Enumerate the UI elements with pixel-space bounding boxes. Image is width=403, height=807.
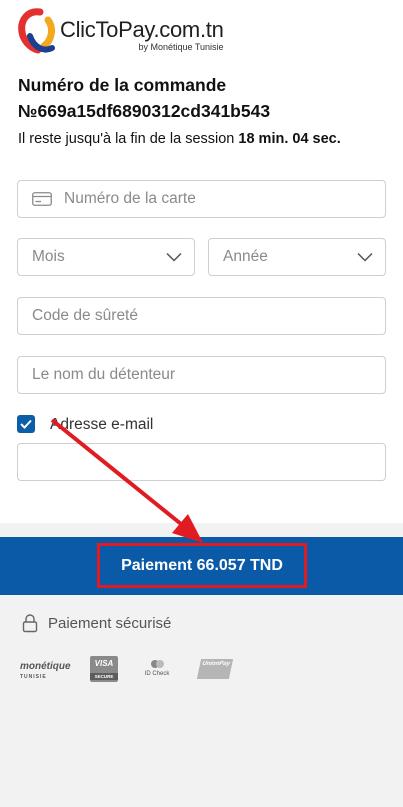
monetique-logo: monétique TUNISIE (20, 661, 71, 681)
card-number-placeholder: Numéro de la carte (64, 190, 196, 207)
secure-payment: Paiement sécurisé (22, 613, 171, 633)
session-prefix: Il reste jusqu'à la fin de la session (18, 131, 239, 147)
year-placeholder: Année (223, 248, 268, 265)
email-checkbox[interactable] (17, 415, 35, 433)
card-number-input[interactable]: Numéro de la carte (17, 180, 386, 218)
clictopay-logo-mark-icon (18, 8, 55, 54)
credit-card-icon (32, 192, 52, 206)
email-input[interactable] (17, 443, 386, 481)
clictopay-logo: ClicToPay.com.tn by Monétique Tunisie (18, 8, 224, 54)
email-checkbox-label[interactable]: Adresse e-mail (50, 416, 153, 434)
checkmark-icon (20, 419, 32, 429)
security-code-placeholder: Code de sûreté (32, 307, 138, 324)
payment-logos: monétique TUNISIE VISA SECURE ID Check Uni… (20, 656, 240, 686)
chevron-down-icon (357, 252, 373, 262)
month-placeholder: Mois (32, 248, 65, 265)
mastercard-id-check-logo: ID Check (142, 656, 172, 682)
brand-subtitle: by Monétique Tunisie (138, 42, 224, 52)
cardholder-name-placeholder: Le nom du détenteur (32, 366, 176, 383)
security-code-input[interactable]: Code de sûreté (17, 297, 386, 335)
session-timer: Il reste jusqu'à la fin de la session 18… (18, 131, 341, 147)
visa-secure-logo: VISA SECURE (90, 656, 118, 682)
year-select[interactable]: Année (208, 238, 386, 276)
unionpay-logo: UnionPay (196, 659, 234, 679)
chevron-down-icon (166, 252, 182, 262)
cardholder-name-input[interactable]: Le nom du détenteur (17, 356, 386, 394)
lock-icon (22, 614, 38, 633)
header: ClicToPay.com.tn by Monétique Tunisie (0, 0, 403, 64)
pay-button[interactable]: Paiement 66.057 TND (97, 543, 307, 588)
month-select[interactable]: Mois (17, 238, 195, 276)
session-time: 18 min. 04 sec. (238, 131, 341, 147)
order-number-title: Numéro de la commande №669a15df6890312cd… (18, 75, 271, 121)
secure-payment-label: Paiement sécurisé (48, 614, 172, 632)
brand-name: ClicToPay.com.tn (60, 17, 224, 42)
